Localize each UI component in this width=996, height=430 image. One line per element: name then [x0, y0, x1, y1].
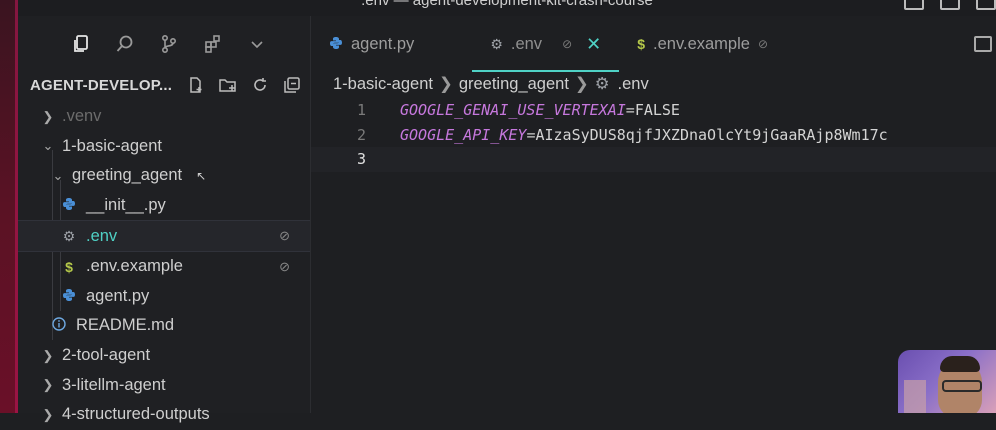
tree-item-env-example[interactable]: $ .env.example ⊘ — [18, 252, 310, 282]
background-building — [904, 380, 926, 413]
tab-label: .env.example — [653, 34, 750, 53]
editor: agent.py ⚙ .env ⊘ ✕ $ .env.example ⊘ 1-b… — [311, 16, 996, 413]
breadcrumb-item[interactable]: .env — [618, 75, 649, 94]
tree-item-label: 4-structured-outputs — [62, 405, 210, 424]
tree-item-label: .env — [86, 226, 118, 245]
env-key: GOOGLE_API_KEY — [400, 125, 527, 144]
tree-item-readme[interactable]: README.md — [18, 311, 310, 341]
gear-icon: ⚙ — [62, 227, 76, 244]
collapse-all-icon[interactable] — [282, 75, 302, 95]
title-bar: .env — agent-development-kit-crash-cours… — [18, 0, 996, 16]
explorer-title: AGENT-DEVELOP... — [30, 76, 173, 94]
tree-item-label: greeting_agent — [72, 166, 183, 185]
webcam-overlay — [898, 350, 996, 413]
chevron-right-icon: ❯ — [42, 347, 54, 363]
mouse-cursor-icon: ↖ — [196, 168, 207, 183]
tree-item-4-structured-outputs[interactable]: ❯ 4-structured-outputs — [18, 400, 310, 430]
equals-sign: = — [625, 101, 635, 120]
tree-item-label: README.md — [76, 316, 175, 335]
env-key: GOOGLE_GENAI_USE_VERTEXAI — [400, 101, 626, 120]
tree-item-agent-py[interactable]: agent.py — [18, 282, 310, 312]
explorer-icon[interactable] — [70, 33, 92, 55]
dollar-icon: $ — [65, 258, 73, 275]
editor-tabs: agent.py ⚙ .env ⊘ ✕ $ .env.example ⊘ — [311, 16, 996, 72]
dollar-icon: $ — [637, 36, 646, 52]
env-value: AIzaSyDUS8qjfJXZDnaOlcYt9jGaaRAjp8Wm17c — [535, 125, 888, 144]
breadcrumb-item[interactable]: 1-basic-agent — [333, 75, 433, 94]
tree-item-label: 3-litellm-agent — [62, 375, 166, 394]
tree-item-label: __init__.py — [86, 196, 166, 215]
tree-item-venv[interactable]: ❯ .venv — [18, 102, 310, 132]
chevron-down-icon: ⌄ — [52, 167, 64, 183]
line-number: 2 — [356, 125, 366, 144]
extensions-icon[interactable] — [202, 33, 224, 55]
gear-icon: ⚙ — [594, 75, 610, 93]
tree-item-init-py[interactable]: __init__.py — [18, 191, 310, 221]
tree-item-1-basic-agent[interactable]: ⌄ 1-basic-agent — [18, 132, 310, 162]
file-tree: ❯ .venv ⌄ 1-basic-agent ⌄ greeting_agent… — [18, 102, 310, 430]
window-title: .env — agent-development-kit-crash-cours… — [361, 0, 653, 9]
python-icon — [60, 197, 78, 214]
search-icon[interactable] — [114, 33, 136, 55]
python-icon — [60, 288, 78, 305]
code-area[interactable]: 1 GOOGLE_GENAI_USE_VERTEXAI = FALSE 2 GOOG… — [311, 98, 996, 172]
chevron-right-icon: ❯ — [574, 75, 589, 93]
ignored-badge: ⊘ — [279, 258, 290, 274]
window-edge — [0, 0, 18, 413]
tree-item-greeting-agent[interactable]: ⌄ greeting_agent ↖ — [18, 161, 310, 191]
activity-bar — [18, 16, 310, 72]
equals-sign: = — [526, 125, 536, 144]
breadcrumb: 1-basic-agent ❯ greeting_agent ❯ ⚙ .env — [311, 72, 996, 96]
tab-env[interactable]: ⚙ .env ⊘ ✕ — [472, 16, 620, 72]
sidebar: AGENT-DEVELOP... ❯ .venv ⌄ 1-basic-agent — [18, 16, 311, 423]
tab-agent-py[interactable]: agent.py — [311, 16, 432, 72]
tab-env-example[interactable]: $ .env.example ⊘ — [619, 16, 786, 72]
env-value: FALSE — [634, 101, 680, 120]
ignored-badge: ⊘ — [279, 228, 290, 244]
tree-item-env[interactable]: ⚙ .env ⊘ — [18, 220, 310, 252]
line-number: 1 — [356, 101, 366, 120]
code-line[interactable]: 1 GOOGLE_GENAI_USE_VERTEXAI = FALSE — [311, 98, 996, 123]
tab-label: agent.py — [351, 34, 415, 53]
chevron-right-icon: ❯ — [42, 108, 54, 124]
ignored-icon: ⊘ — [757, 37, 768, 51]
presenter-glasses — [942, 380, 982, 392]
tree-item-3-litellm-agent[interactable]: ❯ 3-litellm-agent — [18, 370, 310, 400]
tree-item-label: .env.example — [86, 257, 183, 276]
new-file-icon[interactable] — [186, 75, 206, 95]
tree-item-label: 2-tool-agent — [62, 346, 151, 365]
new-folder-icon[interactable] — [218, 75, 238, 95]
tree-item-2-tool-agent[interactable]: ❯ 2-tool-agent — [18, 341, 310, 371]
toggle-panel-icon[interactable] — [940, 0, 960, 10]
presenter-hair — [940, 356, 980, 372]
source-control-icon[interactable] — [158, 33, 180, 55]
ignored-icon: ⊘ — [562, 37, 573, 51]
toggle-sidebar-icon[interactable] — [904, 0, 924, 10]
chevron-right-icon: ❯ — [42, 377, 54, 393]
breadcrumb-item[interactable]: greeting_agent — [459, 75, 569, 94]
python-icon — [329, 36, 343, 53]
code-line-current[interactable]: 3 — [311, 147, 996, 172]
gear-icon: ⚙ — [490, 35, 503, 52]
layout-controls — [904, 0, 996, 10]
toggle-secondary-sidebar-icon[interactable] — [976, 0, 996, 10]
tab-label: .env — [510, 34, 543, 53]
refresh-icon[interactable] — [250, 75, 270, 95]
chevron-right-icon: ❯ — [438, 75, 453, 93]
chevron-down-icon: ⌄ — [42, 138, 54, 154]
close-icon[interactable]: ✕ — [586, 34, 601, 55]
tree-item-label: 1-basic-agent — [62, 136, 162, 155]
tree-item-label: .venv — [62, 107, 102, 126]
tree-item-label: agent.py — [86, 286, 150, 305]
explorer-header: AGENT-DEVELOP... — [18, 72, 310, 98]
code-line[interactable]: 2 GOOGLE_API_KEY = AIzaSyDUS8qjfJXZDnaOlcY… — [311, 123, 996, 148]
chevron-right-icon: ❯ — [42, 406, 54, 422]
split-editor-icon[interactable] — [974, 36, 992, 52]
chevron-down-icon[interactable] — [246, 33, 268, 55]
info-icon — [50, 317, 68, 334]
line-number: 3 — [356, 150, 366, 169]
